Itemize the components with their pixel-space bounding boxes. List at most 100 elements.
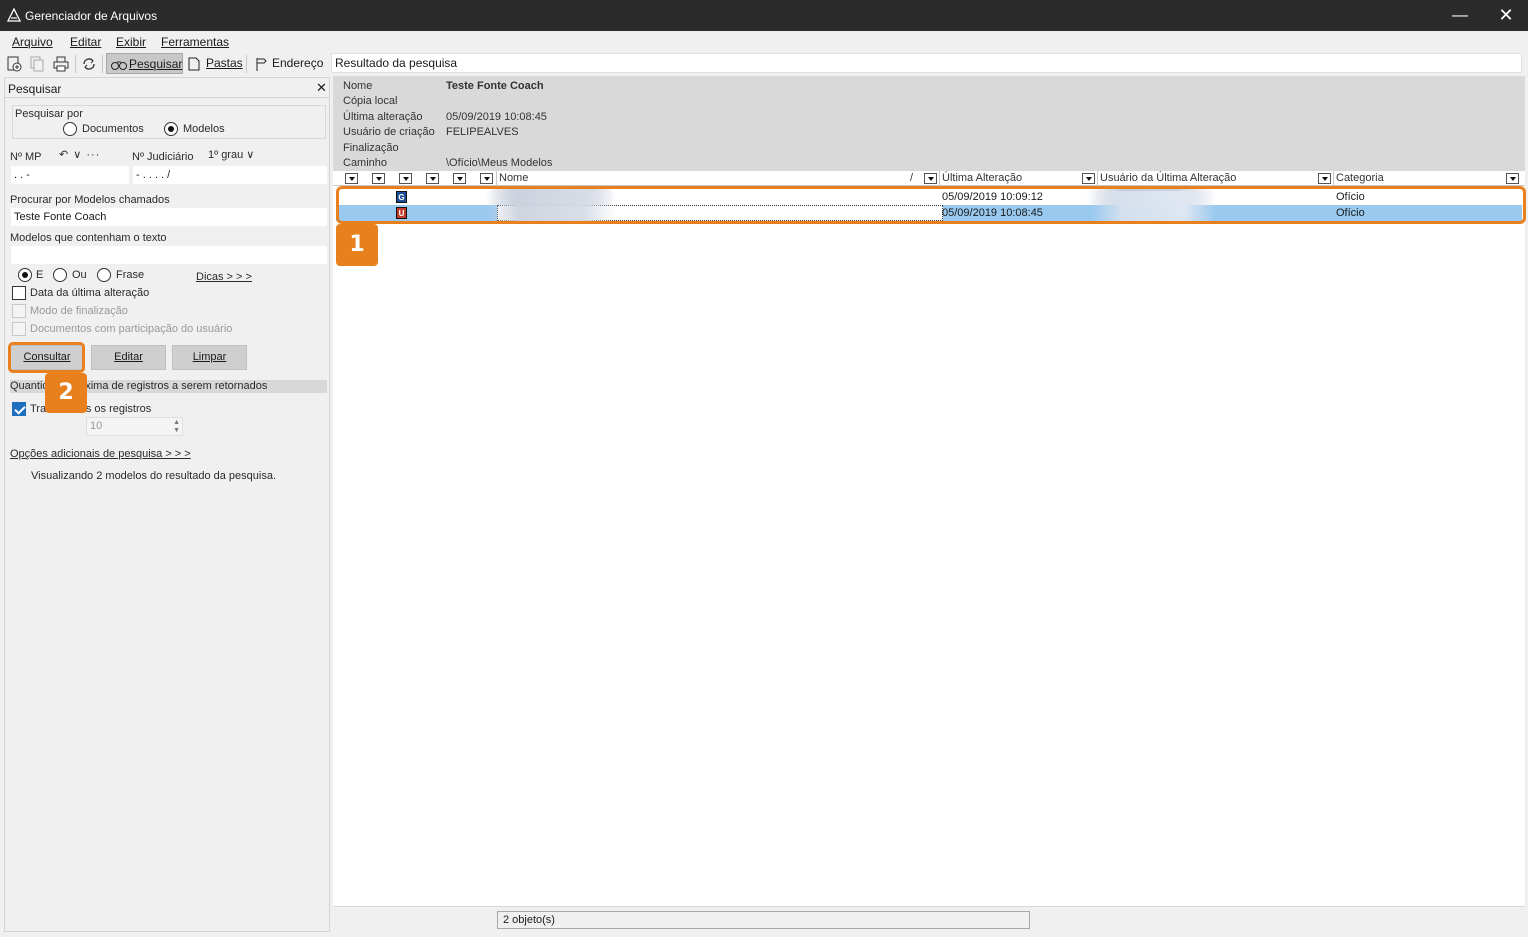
column-filter-dropdown[interactable]	[480, 173, 493, 184]
column-header-category[interactable]: Categoria	[1336, 172, 1384, 184]
edit-button[interactable]: Editar	[91, 345, 166, 370]
toolbar-separator	[102, 55, 103, 73]
radio-models-label: Modelos	[183, 123, 225, 135]
sort-indicator: /	[910, 172, 914, 184]
address-label: Endereço	[272, 56, 324, 70]
menu-bar: Arquivo Editar Exibir Ferramentas	[0, 31, 1528, 52]
models-named-label: Procurar por Modelos chamados	[10, 194, 170, 206]
minimize-button[interactable]: —	[1437, 0, 1483, 31]
close-window-button[interactable]: ✕	[1483, 0, 1528, 31]
address-field[interactable]: Resultado da pesquisa	[331, 53, 1522, 73]
detail-last-change-value: 05/09/2019 10:08:45	[446, 111, 547, 123]
panel-close-icon[interactable]: ✕	[316, 80, 327, 96]
radio-logic-and[interactable]	[18, 268, 32, 282]
address-button[interactable]: Endereço	[250, 53, 329, 74]
detail-finalization-label: Finalização	[343, 142, 399, 154]
folders-tab-button[interactable]: Pastas	[184, 53, 243, 74]
detail-last-change-label: Última alteração	[343, 111, 423, 123]
participation-label: Documentos com participação do usuário	[30, 323, 233, 335]
search-panel: Pesquisar ✕ Pesquisar por Documentos Mod…	[4, 77, 330, 932]
radio-logic-phrase[interactable]	[97, 268, 111, 282]
window-title: Gerenciador de Arquivos	[25, 9, 158, 23]
details-header: Nome Teste Fonte Coach Cópia local Últim…	[333, 76, 1525, 171]
max-records-value: 10	[90, 420, 103, 432]
finalization-checkbox	[12, 304, 26, 318]
column-filter-dropdown[interactable]	[372, 173, 385, 184]
highlight-results-rows	[336, 186, 1526, 224]
menu-ferramentas[interactable]: Ferramentas	[161, 35, 229, 49]
models-text-field[interactable]	[10, 245, 328, 265]
judicial-number-label: Nº Judiciário	[132, 151, 194, 163]
mp-number-field[interactable]: . . -	[10, 165, 130, 185]
title-bar: Gerenciador de Arquivos — ✕	[0, 0, 1528, 31]
radio-models[interactable]	[164, 122, 178, 136]
search-by-label: Pesquisar por	[15, 108, 83, 120]
radio-logic-or-label: Ou	[72, 269, 87, 281]
search-tab-button[interactable]: Pesquisar	[106, 53, 183, 74]
column-header-last-change-user[interactable]: Usuário da Última Alteração	[1100, 172, 1236, 184]
degree-select[interactable]: 1º grau ∨	[208, 148, 254, 161]
menu-editar[interactable]: Editar	[70, 35, 101, 49]
callout-badge-1: 1	[336, 224, 378, 266]
spinner-arrows-icon: ▲ ▼	[173, 419, 180, 434]
detail-creator-label: Usuário de criação	[343, 126, 435, 138]
detail-name-value: Teste Fonte Coach	[446, 80, 544, 92]
menu-exibir[interactable]: Exibir	[116, 35, 146, 49]
mp-number-label: Nº MP	[10, 151, 42, 163]
finalization-label: Modo de finalização	[30, 305, 128, 317]
column-filter-dropdown[interactable]	[1082, 173, 1095, 184]
column-filter-dropdown[interactable]	[345, 173, 358, 184]
last-change-checkbox[interactable]	[12, 286, 26, 300]
column-divider	[1333, 171, 1334, 186]
column-filter-dropdown[interactable]	[1318, 173, 1331, 184]
object-count: 2 objeto(s)	[497, 911, 1030, 929]
toolbar-separator	[246, 55, 247, 73]
detail-path-value: \Ofício\Meus Modelos	[446, 157, 553, 169]
folders-icon	[188, 57, 200, 71]
judicial-number-field[interactable]: - . . . . /	[132, 165, 328, 185]
radio-documents-label: Documentos	[82, 123, 144, 135]
column-divider	[496, 171, 497, 186]
column-filter-dropdown[interactable]	[399, 173, 412, 184]
radio-documents[interactable]	[63, 122, 77, 136]
models-text-label: Modelos que contenham o texto	[10, 232, 167, 244]
print-icon[interactable]	[52, 55, 70, 73]
folders-tab-label: Pastas	[206, 56, 243, 70]
max-records-spinner: 10 ▲ ▼	[86, 417, 183, 436]
mp-options-icon[interactable]: ↶ ∨ ···	[59, 148, 100, 161]
models-named-field[interactable]: Teste Fonte Coach	[10, 207, 328, 227]
radio-logic-and-label: E	[36, 269, 44, 281]
callout-badge-2: 2	[45, 373, 87, 413]
highlight-consult-button	[8, 342, 85, 373]
radio-logic-or[interactable]	[53, 268, 67, 282]
radio-logic-phrase-label: Frase	[116, 269, 145, 281]
menu-arquivo[interactable]: Arquivo	[12, 35, 53, 49]
search-panel-title: Pesquisar	[8, 82, 62, 96]
result-summary: Visualizando 2 modelos do resultado da p…	[31, 470, 277, 482]
binoculars-icon	[111, 61, 127, 70]
column-filter-dropdown[interactable]	[1506, 173, 1519, 184]
status-bar: 2 objeto(s)	[333, 906, 1525, 932]
search-tab-label: Pesquisar	[129, 57, 183, 71]
column-filter-dropdown[interactable]	[924, 173, 937, 184]
column-header-name[interactable]: Nome	[499, 172, 528, 184]
tips-link[interactable]: Dicas > > >	[196, 271, 252, 283]
detail-name-label: Nome	[343, 80, 373, 92]
column-filter-dropdown[interactable]	[453, 173, 466, 184]
more-options-link[interactable]: Opções adicionais de pesquisa > > >	[10, 448, 191, 460]
detail-local-copy-label: Cópia local	[343, 95, 398, 107]
grid-header: Nome / Última Alteração Usuário da Últim…	[333, 171, 1525, 186]
column-filter-dropdown[interactable]	[426, 173, 439, 184]
column-divider	[1097, 171, 1098, 186]
last-change-label: Data da última alteração	[30, 287, 150, 299]
refresh-icon[interactable]	[80, 55, 98, 73]
column-header-last-change[interactable]: Última Alteração	[942, 172, 1022, 184]
all-records-checkbox[interactable]	[12, 402, 26, 416]
detail-creator-value: FELIPEALVES	[446, 126, 519, 138]
search-panel-header: Pesquisar ✕	[5, 78, 329, 98]
clear-button[interactable]: Limpar	[172, 345, 247, 370]
search-by-group: Pesquisar por Documentos Modelos	[12, 105, 326, 139]
app-icon	[7, 8, 21, 22]
toolbar-separator	[75, 55, 76, 73]
new-document-icon[interactable]	[5, 55, 23, 73]
